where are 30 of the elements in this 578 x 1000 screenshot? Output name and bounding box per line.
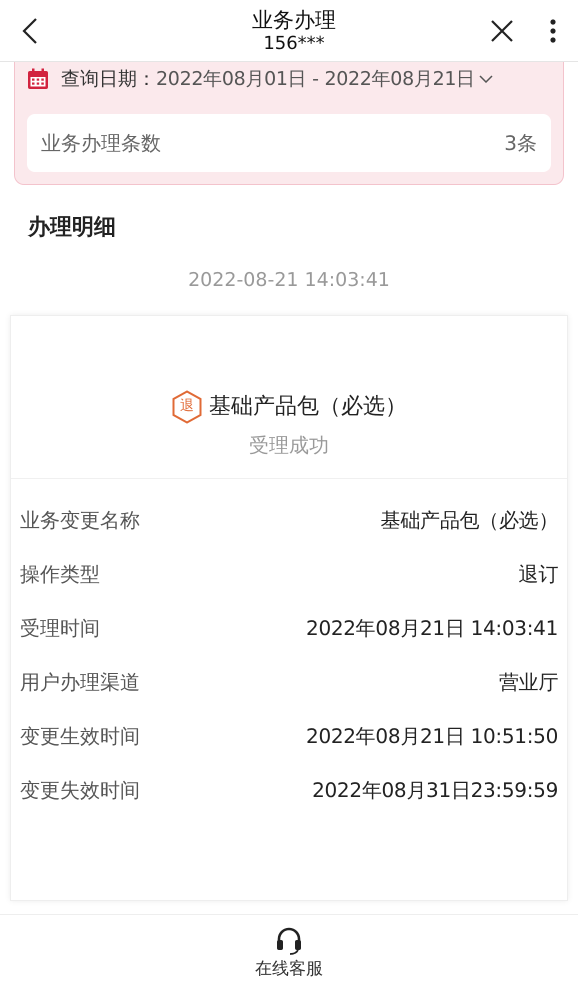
unsubscribe-badge: 退 [171, 390, 203, 424]
field-value: 2022年08月31日23:59:59 [312, 776, 558, 804]
date-label: 查询日期： [61, 66, 156, 92]
page-title: 业务办理 [252, 6, 336, 32]
field-label: 业务变更名称 [20, 506, 140, 534]
field-value: 2022年08月21日 14:03:41 [306, 614, 558, 642]
chevron-down-icon [478, 75, 493, 83]
field-value: 退订 [518, 560, 558, 588]
count-label: 业务办理条数 [41, 130, 161, 157]
more-icon[interactable] [550, 18, 556, 42]
field-label: 操作类型 [20, 560, 100, 588]
count-value: 3条 [504, 130, 537, 157]
section-title: 办理明细 [28, 214, 117, 242]
field-value: 2022年08月21日 10:51:50 [306, 722, 558, 750]
back-icon[interactable] [22, 16, 38, 44]
field-label: 受理时间 [20, 614, 100, 642]
online-service-button[interactable]: 在线客服 [255, 925, 323, 1000]
date-range-dropdown[interactable]: 2022年08月01日 - 2022年08月21日 [156, 64, 493, 94]
record-timestamp: 2022-08-21 14:03:41 [187, 268, 391, 293]
field-value: 营业厅 [498, 668, 558, 696]
close-icon[interactable] [490, 18, 514, 42]
phone-number: 156*** [263, 32, 325, 54]
field-label: 变更生效时间 [20, 722, 140, 750]
headset-icon [274, 925, 304, 955]
status-text: 受理成功 [249, 432, 329, 458]
field-label: 变更失效时间 [20, 776, 140, 804]
calendar-icon [27, 68, 49, 90]
field-value: 基础产品包（必选） [380, 506, 558, 534]
field-label: 用户办理渠道 [20, 668, 140, 696]
product-name: 基础产品包（必选） [209, 393, 407, 421]
